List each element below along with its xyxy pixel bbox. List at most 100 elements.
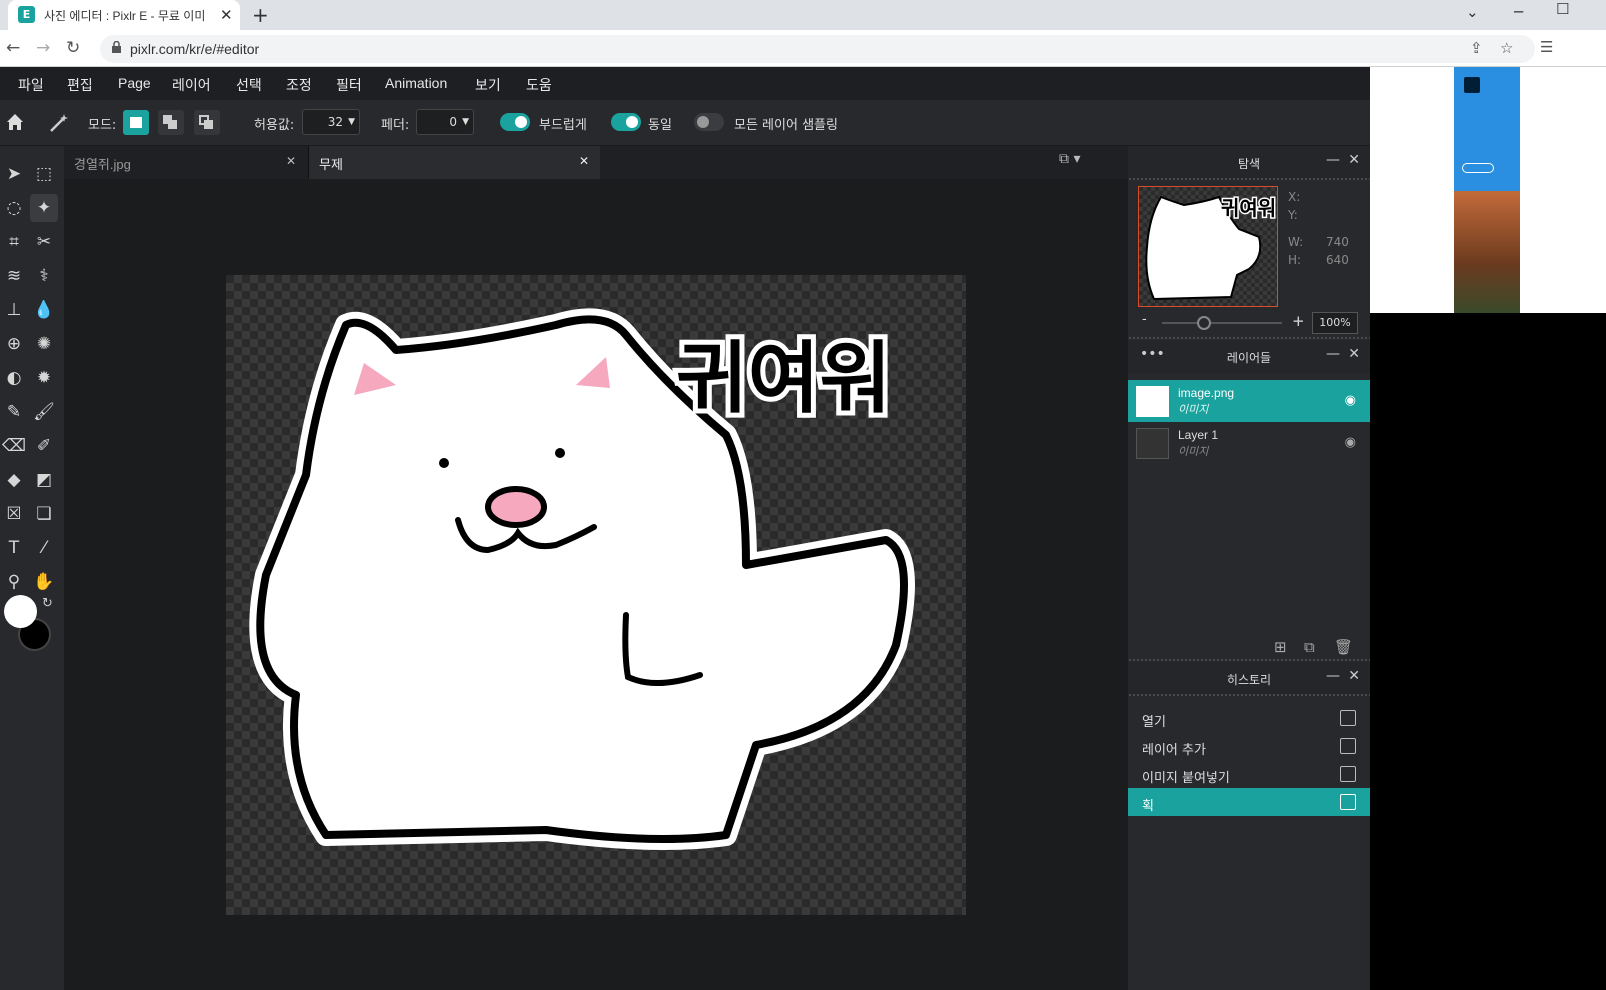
color-replace-icon[interactable]: ✺ [30, 330, 58, 358]
layer-type: 이미지 [1178, 445, 1209, 458]
mode-add-button[interactable] [158, 110, 184, 135]
forward-icon[interactable]: → [36, 38, 50, 58]
options-toolbar: 모드: 허용값: 32 ▼ 페더: 0 ▼ 부드럽게 동일 모든 레이어 샘플링 [0, 100, 1370, 146]
browser-tab[interactable]: E 사진 에디터 : Pixlr E - 무료 이미 ✕ [8, 0, 240, 30]
delete-layer-icon[interactable]: 🗑 [1334, 638, 1353, 656]
eyedropper-icon[interactable]: ⁄ [30, 534, 58, 562]
url-field[interactable]: pixlr.com/kr/e/#editor ⇪ ☆ [100, 35, 1535, 63]
menu-adjust[interactable]: 조정 [286, 75, 312, 95]
menu-layer[interactable]: 레이어 [172, 75, 211, 95]
visibility-eye-icon[interactable]: ◉ [1345, 393, 1356, 408]
doc-tab-name: 경열쥐.jpg [74, 157, 131, 172]
back-icon[interactable]: ← [6, 38, 20, 58]
crop-icon[interactable]: ⌗ [0, 228, 28, 256]
share-icon[interactable]: ⇪ [1470, 39, 1483, 57]
blur-drop-icon[interactable]: 💧 [30, 296, 58, 324]
maximize-icon[interactable]: ☐ [1556, 0, 1569, 18]
history-item[interactable]: 획 [1128, 788, 1370, 816]
menu-page[interactable]: Page [118, 75, 151, 91]
smart-brush-icon[interactable]: ✐ [30, 432, 58, 460]
zoom-magnifier-icon[interactable]: ⚲ [0, 568, 28, 596]
cat-sticker-artwork: 귀여워 [249, 308, 915, 850]
layer-name: Layer 1 [1178, 428, 1219, 442]
chevron-down-icon: ▼ [348, 117, 355, 127]
address-bar: ← → ↻ pixlr.com/kr/e/#editor ⇪ ☆ ☰ [0, 30, 1606, 67]
history-item[interactable]: 이미지 붙여넣기 [1128, 760, 1370, 788]
close-panel-icon[interactable]: ✕ [1348, 668, 1360, 684]
pencil-icon[interactable]: ✎ [0, 398, 28, 426]
window-layout-icon[interactable]: ⧉ ▾ [1059, 151, 1093, 173]
duplicate-layer-icon[interactable]: ⧉ [1304, 638, 1315, 656]
menu-edit[interactable]: 편집 [67, 75, 93, 95]
paint-bucket-icon[interactable]: ◆ [0, 466, 28, 494]
foreground-color-swatch[interactable] [4, 595, 37, 628]
image-canvas[interactable]: 귀여워 [226, 275, 966, 915]
arrange-tool-icon[interactable]: ➤ [0, 160, 28, 188]
lasso-icon[interactable]: ◌ [0, 194, 28, 222]
history-item[interactable]: 열기 [1128, 704, 1370, 732]
sample-all-layers-toggle[interactable] [694, 113, 724, 131]
layer-item[interactable]: Layer 1 이미지 ◉ [1128, 422, 1370, 464]
feather-dropdown[interactable]: 0 ▼ [416, 109, 474, 135]
doc-tab-2[interactable]: 무제 ✕ [308, 146, 600, 179]
zoom-out-button[interactable]: - [1142, 312, 1147, 327]
layer-item[interactable]: image.png 이미지 ◉ [1128, 380, 1370, 422]
canvas-area[interactable]: 귀여워 [64, 179, 1128, 990]
visibility-eye-icon[interactable]: ◉ [1345, 435, 1356, 450]
heal-bandage-icon[interactable]: ⚕ [30, 262, 58, 290]
tab-search-icon[interactable]: ⌄ [1466, 3, 1479, 21]
close-icon[interactable]: ✕ [579, 154, 589, 168]
image-placeholder-icon[interactable]: ☒ [0, 500, 28, 528]
hand-pan-icon[interactable]: ✋ [30, 568, 58, 596]
shapes-icon[interactable]: ❏ [30, 500, 58, 528]
document-icon [1340, 794, 1356, 810]
ad-banner[interactable] [1370, 67, 1606, 313]
close-panel-icon[interactable]: ✕ [1348, 346, 1360, 362]
home-icon[interactable] [5, 112, 25, 132]
zoom-in-button[interactable]: + [1292, 312, 1305, 330]
menu-animation[interactable]: Animation [385, 75, 447, 91]
clone-stamp-icon[interactable]: ⊥ [0, 296, 28, 324]
close-icon[interactable]: ✕ [286, 154, 296, 168]
minimize-icon[interactable]: ─ [1514, 3, 1523, 21]
liquify-icon[interactable]: ≋ [0, 262, 28, 290]
swap-colors-icon[interactable]: ↻ [42, 596, 53, 611]
text-tool-icon[interactable]: T [0, 534, 28, 562]
smooth-toggle[interactable] [500, 113, 530, 131]
close-tab-icon[interactable]: ✕ [220, 6, 233, 24]
dodge-burn-icon[interactable]: ◐ [0, 364, 28, 392]
mode-new-button[interactable] [123, 110, 149, 135]
mode-subtract-button[interactable] [194, 110, 220, 135]
new-tab-icon[interactable]: + [252, 3, 269, 27]
menu-help[interactable]: 도움 [526, 75, 552, 95]
magic-wand-tool-icon[interactable]: ✦ [30, 194, 58, 222]
history-item[interactable]: 레이어 추가 [1128, 732, 1370, 760]
eraser-icon[interactable]: ⌫ [0, 432, 28, 460]
ad-cta-button[interactable] [1462, 163, 1494, 173]
sharpen-icon[interactable]: ✹ [30, 364, 58, 392]
reading-list-icon[interactable]: ☰ [1540, 38, 1553, 56]
add-layer-icon[interactable]: ⊞ [1274, 638, 1287, 656]
reload-icon[interactable]: ↻ [66, 38, 80, 58]
cutout-scissors-icon[interactable]: ✂ [30, 228, 58, 256]
zoom-slider-handle[interactable] [1197, 316, 1211, 330]
navigator-thumbnail[interactable]: 귀여워 [1138, 186, 1278, 307]
minimize-panel-icon[interactable]: — [1326, 152, 1340, 168]
menu-file[interactable]: 파일 [18, 75, 44, 95]
contiguous-toggle[interactable] [611, 113, 641, 131]
sponge-icon[interactable]: ⊕ [0, 330, 28, 358]
close-panel-icon[interactable]: ✕ [1348, 152, 1360, 168]
doc-tab-1[interactable]: 경열쥐.jpg ✕ [64, 146, 306, 179]
tolerance-dropdown[interactable]: 32 ▼ [302, 109, 360, 135]
brush-icon[interactable]: 🖌 [30, 398, 58, 426]
gradient-icon[interactable]: ◩ [30, 466, 58, 494]
menu-view[interactable]: 보기 [475, 75, 501, 95]
minimize-panel-icon[interactable]: — [1326, 668, 1340, 684]
zoom-slider[interactable] [1162, 316, 1282, 330]
marquee-select-icon[interactable]: ⬚ [30, 160, 58, 188]
bookmark-star-icon[interactable]: ☆ [1500, 39, 1513, 57]
minimize-panel-icon[interactable]: — [1326, 346, 1340, 362]
zoom-input[interactable]: 100% [1312, 312, 1358, 334]
menu-select[interactable]: 선택 [236, 75, 262, 95]
menu-filter[interactable]: 필터 [336, 75, 362, 95]
